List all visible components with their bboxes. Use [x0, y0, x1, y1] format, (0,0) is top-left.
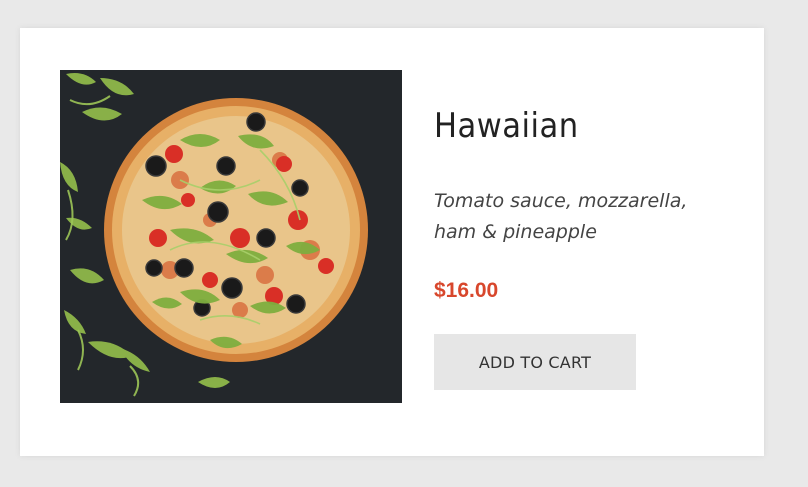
pizza-photo — [60, 70, 402, 403]
product-title: Hawaiian — [434, 106, 579, 146]
add-to-cart-button[interactable]: ADD TO CART — [434, 334, 636, 390]
product-description: Tomato sauce, mozzarella, ham & pineappl… — [434, 190, 688, 243]
product-price: $16.00 — [434, 279, 499, 302]
product-card: Hawaiian Tomato sauce, mozzarella, ham &… — [20, 28, 764, 456]
